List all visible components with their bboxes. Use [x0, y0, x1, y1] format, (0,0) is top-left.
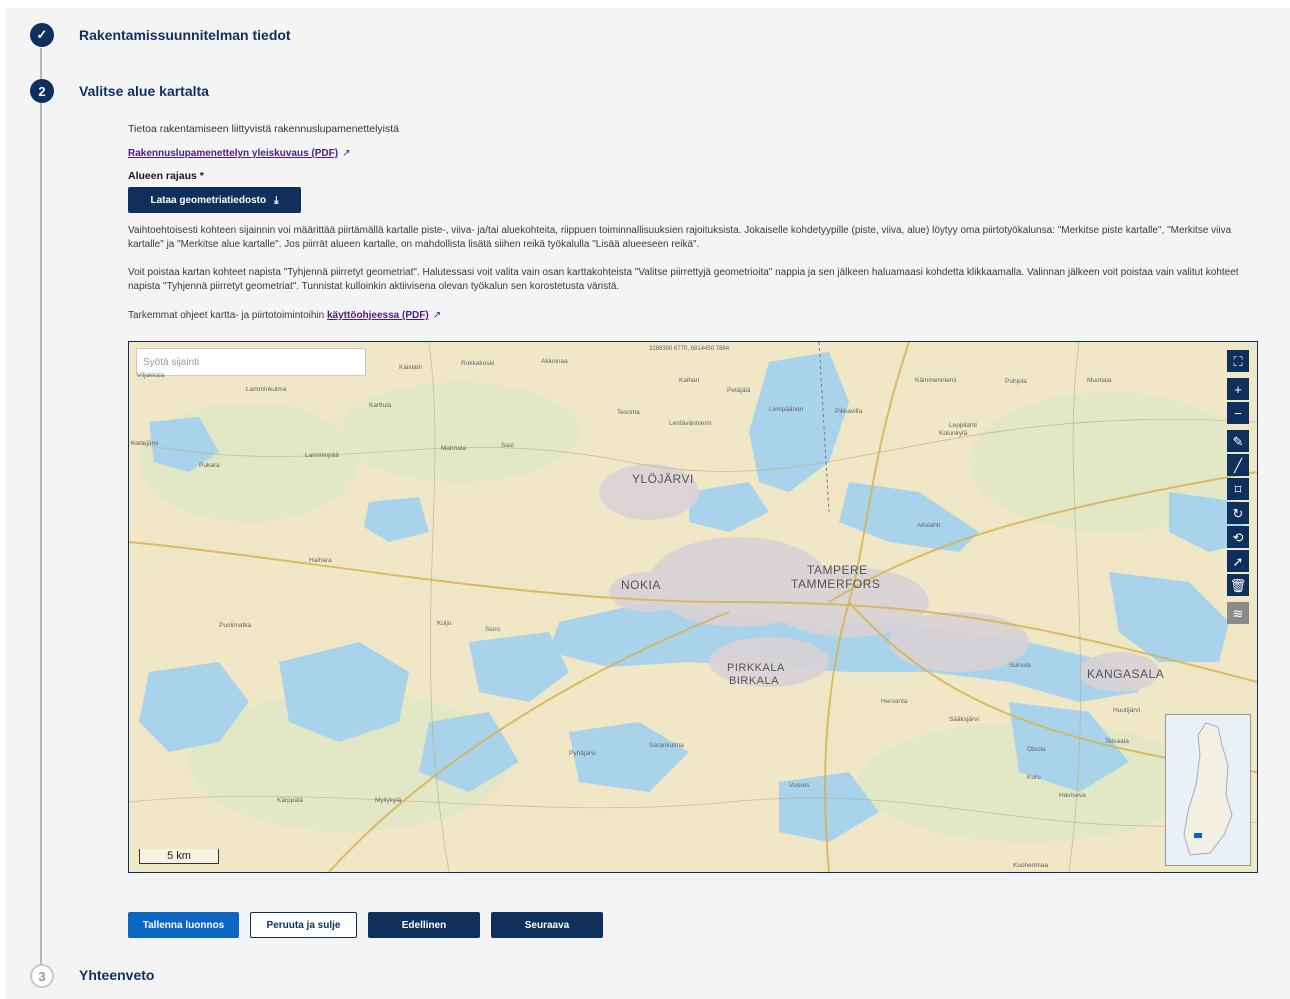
map-small-label: Mahnala: [441, 445, 466, 452]
map-small-label: Akkoinaa: [541, 358, 568, 365]
previous-button[interactable]: Edellinen: [368, 912, 480, 938]
area-label: Alueen rajaus *: [128, 170, 204, 182]
external-link-icon: ↗: [432, 310, 442, 321]
map-small-label: Viljakkala: [137, 372, 165, 379]
map-small-label: Sarankulma: [649, 742, 684, 749]
map-small-label: Myllykylä: [375, 797, 402, 804]
map-small-label: Haihara: [309, 557, 332, 564]
location-search[interactable]: [136, 348, 366, 376]
map-small-label: Huutijärvi: [1113, 707, 1141, 714]
map-small-label: Leppilahti: [949, 422, 977, 429]
map-small-label: Lamminpää: [305, 452, 339, 459]
map-small-label: Kuohenmaa: [1013, 862, 1049, 869]
map-label-kangasala: KANGASALA: [1087, 667, 1165, 681]
save-draft-button[interactable]: Tallenna luonnos: [128, 912, 239, 938]
overview-map[interactable]: [1165, 714, 1251, 866]
map-small-label: Muotiala: [1087, 377, 1112, 384]
overview-pdf-link[interactable]: Rakennuslupamenettelyn yleiskuvaus (PDF): [128, 148, 338, 159]
map-label-nokia: NOKIA: [621, 578, 661, 592]
instructions-paragraph-1: Vaihtoehtoisesti kohteen sijainnin voi m…: [128, 225, 1232, 250]
map-label-ylojarvi: YLÖJÄRVI: [632, 472, 694, 486]
map-small-label: Suinula: [1009, 662, 1031, 669]
zoom-in-icon[interactable]: +: [1227, 378, 1249, 400]
next-button[interactable]: Seuraava: [491, 912, 603, 938]
map-small-label: Petäjälä: [727, 387, 751, 394]
map-label-pirkkala: PIRKKALA: [727, 662, 785, 674]
map-small-label: Kortejärvi: [131, 440, 159, 447]
map-label-tammerfors: TAMMERFORS: [791, 577, 881, 591]
map-scale-bar: 5 km: [139, 849, 219, 864]
info-intro: Tietoa rakentamiseen liittyvistä rakennu…: [128, 123, 399, 135]
map-small-label: Kaislani: [399, 364, 422, 371]
step-1-title[interactable]: Rakentamissuunnitelman tiedot: [79, 27, 291, 43]
map-small-label: Kämmenniemi: [915, 377, 957, 384]
map-small-label: Pukara: [199, 462, 220, 469]
external-link-icon: ↗: [342, 148, 351, 159]
map-small-label: Kolunkylä: [939, 430, 968, 437]
map-small-label: Siuro: [485, 626, 501, 633]
map-small-label: Lempäänen: [769, 406, 804, 413]
layers-icon[interactable]: ≋: [1227, 602, 1249, 624]
map-small-label: Rokkakoski: [461, 360, 495, 367]
map-small-label: Puolimatka: [219, 622, 252, 629]
draw-area-icon[interactable]: ⌑: [1227, 478, 1249, 500]
map-small-label: Hervanta: [881, 698, 908, 705]
map-small-label: Kärppälä: [277, 797, 304, 804]
upload-geometry-label: Lataa geometriatiedosto: [150, 194, 267, 206]
map-label-tampere: TAMPERE: [807, 563, 868, 577]
map-small-label: Kuru: [1027, 774, 1041, 781]
step-2-number: 2: [30, 79, 54, 103]
overview-link-row: Rakennuslupamenettelyn yleiskuvaus (PDF)…: [128, 148, 350, 159]
add-hole-icon[interactable]: ↻: [1227, 502, 1249, 524]
map-small-label: Karttula: [369, 402, 392, 409]
instructions-paragraph-2: Voit poistaa kartan kohteet napista "Tyh…: [128, 267, 1239, 292]
zoom-out-icon[interactable]: −: [1227, 402, 1249, 424]
instructions-paragraph-3: Tarkemmat ohjeet kartta- ja piirtotoimin…: [128, 309, 1256, 323]
step-3-title: Yhteenveto: [79, 967, 155, 983]
map-small-label: Pikkavilla: [835, 408, 863, 415]
manual-pdf-link[interactable]: käyttöohjeessa (PDF): [327, 310, 429, 321]
map-small-label: Vuores: [789, 782, 810, 789]
step-rail: [40, 48, 42, 968]
finland-overview-icon: [1166, 715, 1250, 865]
map-toolbar: ⛶ + − ✎ ╱ ⌑ ↻ ⟲ ➚ 🗑 ≋: [1227, 350, 1249, 626]
map-small-label: Kulju: [437, 620, 452, 627]
fullscreen-icon[interactable]: ⛶: [1227, 350, 1249, 372]
map-small-label: Kaihari: [679, 377, 700, 384]
map-small-label: Aitolahti: [917, 522, 941, 529]
select-geometries-icon[interactable]: ➚: [1227, 550, 1249, 572]
delete-geometries-icon[interactable]: 🗑: [1227, 574, 1249, 596]
download-icon: ⤓: [274, 194, 279, 206]
step-2-title: Valitse alue kartalta: [79, 83, 209, 99]
manual-prefix: Tarkemmat ohjeet kartta- ja piirtotoimin…: [128, 310, 325, 321]
location-search-input[interactable]: [137, 349, 365, 375]
draw-line-icon[interactable]: ╱: [1227, 454, 1249, 476]
map-small-label: Lamminkulma: [246, 386, 287, 393]
step-1-check-icon: ✓: [30, 23, 54, 47]
map-coordinates: 3288300 6770, 6814450 7884: [649, 346, 730, 352]
map-small-label: Haviseva: [1059, 792, 1086, 799]
map-small-label: Tesoma: [617, 409, 640, 416]
upload-geometry-button[interactable]: Lataa geometriatiedosto ⤓: [128, 187, 301, 213]
map-small-label: Sasi: [501, 442, 514, 449]
map-small-label: Otsola: [1027, 746, 1046, 753]
map-small-label: Pyhäjärvi: [569, 750, 596, 757]
map-small-label: Pohjola: [1005, 378, 1027, 385]
step-3-number: 3: [30, 964, 54, 988]
cancel-close-button[interactable]: Peruuta ja sulje: [250, 912, 357, 938]
undo-icon[interactable]: ⟲: [1227, 526, 1249, 548]
map-label-birkala: BIRKALA: [729, 675, 779, 687]
map-small-label: Sääksjärvi: [949, 716, 979, 723]
map-small-label: Lentävänniemi: [669, 420, 712, 427]
map-small-label: Teivaala: [1105, 738, 1129, 745]
draw-point-icon[interactable]: ✎: [1227, 430, 1249, 452]
map-view[interactable]: 3288300 6770, 6814450 7884 YLÖJÄRVI NOKI…: [128, 341, 1258, 873]
